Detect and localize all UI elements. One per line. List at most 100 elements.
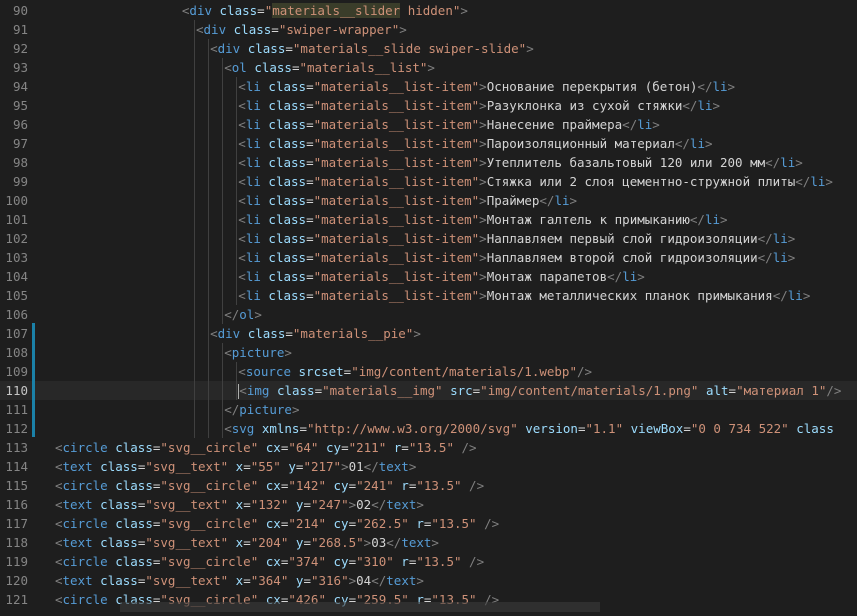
code-token: ol xyxy=(239,307,255,322)
indent-guide xyxy=(236,115,238,134)
indent-guide xyxy=(193,400,195,419)
code-line[interactable]: 117 <circle class="svg__circle" cx="214" … xyxy=(0,514,857,533)
horizontal-scrollbar[interactable] xyxy=(120,602,600,612)
indent-guide xyxy=(193,324,195,343)
code-line[interactable]: 101 <li class="materials__list-item">Монт… xyxy=(0,210,857,229)
code-token: li xyxy=(245,250,261,265)
code-token: cx xyxy=(265,516,281,531)
indent-guide xyxy=(193,419,195,438)
code-line[interactable]: 107 <div class="materials__pie"> xyxy=(0,324,857,343)
code-token: Наплавляем второй слой гидроизоляции xyxy=(486,250,758,265)
code-token: = xyxy=(243,535,251,550)
indent-guide xyxy=(208,134,209,153)
code-line[interactable]: 110 <img class="materials__img" src="img/… xyxy=(0,381,857,400)
code-token: = xyxy=(314,383,323,398)
code-token: class xyxy=(100,535,138,550)
code-token: </ xyxy=(371,497,387,512)
code-text: <text class="svg__text" x="132" y="247">… xyxy=(55,495,424,514)
code-line[interactable]: 112 <svg xmlns="http://www.w3.org/2000/sv… xyxy=(0,419,857,438)
code-token: "materials__img" xyxy=(322,383,443,398)
code-line[interactable]: 100 <li class="materials__list-item">Прай… xyxy=(0,191,857,210)
code-line[interactable]: 115 <circle class="svg__circle" cx="142" … xyxy=(0,476,857,495)
code-token: = xyxy=(303,497,311,512)
code-line[interactable]: 94 <li class="materials__list-item">Основ… xyxy=(0,77,857,96)
code-token: r xyxy=(416,516,424,531)
code-token: circle xyxy=(62,516,108,531)
code-line[interactable]: 91 <div class="swiper-wrapper"> xyxy=(0,20,857,39)
code-line[interactable]: 93 <ol class="materials__list"> xyxy=(0,58,857,77)
code-line[interactable]: 114 <text class="svg__text" x="55" y="217… xyxy=(0,457,857,476)
code-token: class xyxy=(268,79,307,94)
code-token: </ xyxy=(795,174,811,189)
code-token: = xyxy=(306,193,314,208)
code-token: "materials__list-item" xyxy=(313,250,480,265)
code-line[interactable]: 104 <li class="materials__list-item">Монт… xyxy=(0,267,857,286)
code-line[interactable]: 118 <text class="svg__text" x="204" y="26… xyxy=(0,533,857,552)
code-token: < xyxy=(238,364,246,379)
code-line[interactable]: 99 <li class="materials__list-item">Стяжк… xyxy=(0,172,857,191)
code-token: < xyxy=(55,516,63,531)
line-number: 108 xyxy=(5,345,28,360)
code-line[interactable]: 106 </ol> xyxy=(0,305,857,324)
code-token: circle xyxy=(62,478,108,493)
code-text: <li class="materials__list-item">Монтаж … xyxy=(238,267,644,286)
line-number: 110 xyxy=(5,383,28,398)
code-line[interactable]: 116 <text class="svg__text" x="132" y="24… xyxy=(0,495,857,514)
code-token: "materials__pie" xyxy=(292,326,414,341)
code-token: cx xyxy=(265,554,281,569)
code-token: = xyxy=(306,250,314,265)
code-text: <div class="materials__slide swiper-slid… xyxy=(210,39,534,58)
code-token: < xyxy=(55,573,63,588)
indent-guide xyxy=(208,191,209,210)
code-line[interactable]: 90 <div class="materials__slider hidden"> xyxy=(0,1,857,20)
code-line[interactable]: 98 <li class="materials__list-item">Утепл… xyxy=(0,153,857,172)
code-token: = xyxy=(257,3,265,18)
code-token: li xyxy=(637,117,653,132)
code-line[interactable]: 109 <source srcset="img/content/materials… xyxy=(0,362,857,381)
code-token: li xyxy=(245,193,261,208)
code-token: < xyxy=(210,41,218,56)
code-token: class xyxy=(100,459,138,474)
code-line[interactable]: 119 <circle class="svg__circle" cx="374" … xyxy=(0,552,857,571)
code-line[interactable]: 120 <text class="svg__text" x="364" y="31… xyxy=(0,571,857,590)
code-line[interactable]: 111 </picture> xyxy=(0,400,857,419)
line-number: 119 xyxy=(5,554,28,569)
code-token: < xyxy=(239,383,247,398)
line-number: 117 xyxy=(5,516,28,531)
code-line[interactable]: 103 <li class="materials__list-item">Напл… xyxy=(0,248,857,267)
code-token: r xyxy=(401,554,409,569)
code-token: > xyxy=(408,459,417,474)
code-token: Монтаж парапетов xyxy=(486,269,608,284)
code-token: srcset xyxy=(298,364,344,379)
code-line[interactable]: 97 <li class="materials__list-item">Парои… xyxy=(0,134,857,153)
code-line[interactable]: 108 <picture> xyxy=(0,343,857,362)
code-token: li xyxy=(245,117,261,132)
code-line[interactable]: 96 <li class="materials__list-item">Нанес… xyxy=(0,115,857,134)
line-number: 106 xyxy=(5,307,28,322)
code-text: <div class="materials__pie"> xyxy=(210,324,421,343)
line-number: 103 xyxy=(5,250,28,265)
code-editor[interactable]: 90 <div class="materials__slider hidden">… xyxy=(0,0,857,616)
code-text: <text class="svg__text" x="55" y="217">0… xyxy=(55,457,416,476)
line-number: 90 xyxy=(12,3,28,18)
code-token: = xyxy=(243,459,251,474)
code-line[interactable]: 113 <circle class = "svg__circle" cx = "64" c… xyxy=(0,438,857,457)
code-line[interactable]: 95 <li class="materials__list-item">Разук… xyxy=(0,96,857,115)
code-token: class xyxy=(115,478,153,493)
code-line[interactable]: 92 <div class="materials__slide swiper-sl… xyxy=(0,39,857,58)
code-line[interactable]: 102 <li class="materials__list-item">Напл… xyxy=(0,229,857,248)
code-text: <li class="materials__list-item">Наплавл… xyxy=(238,248,795,267)
code-token: < xyxy=(55,497,63,512)
code-token: = xyxy=(299,421,307,436)
indent-guide xyxy=(236,134,238,153)
code-token: "materials__list-item" xyxy=(313,193,480,208)
code-token: /> xyxy=(461,440,477,455)
code-token: > xyxy=(712,98,721,113)
code-line[interactable]: 105 <li class="materials__list-item">Монт… xyxy=(0,286,857,305)
code-token: cy xyxy=(326,440,342,455)
